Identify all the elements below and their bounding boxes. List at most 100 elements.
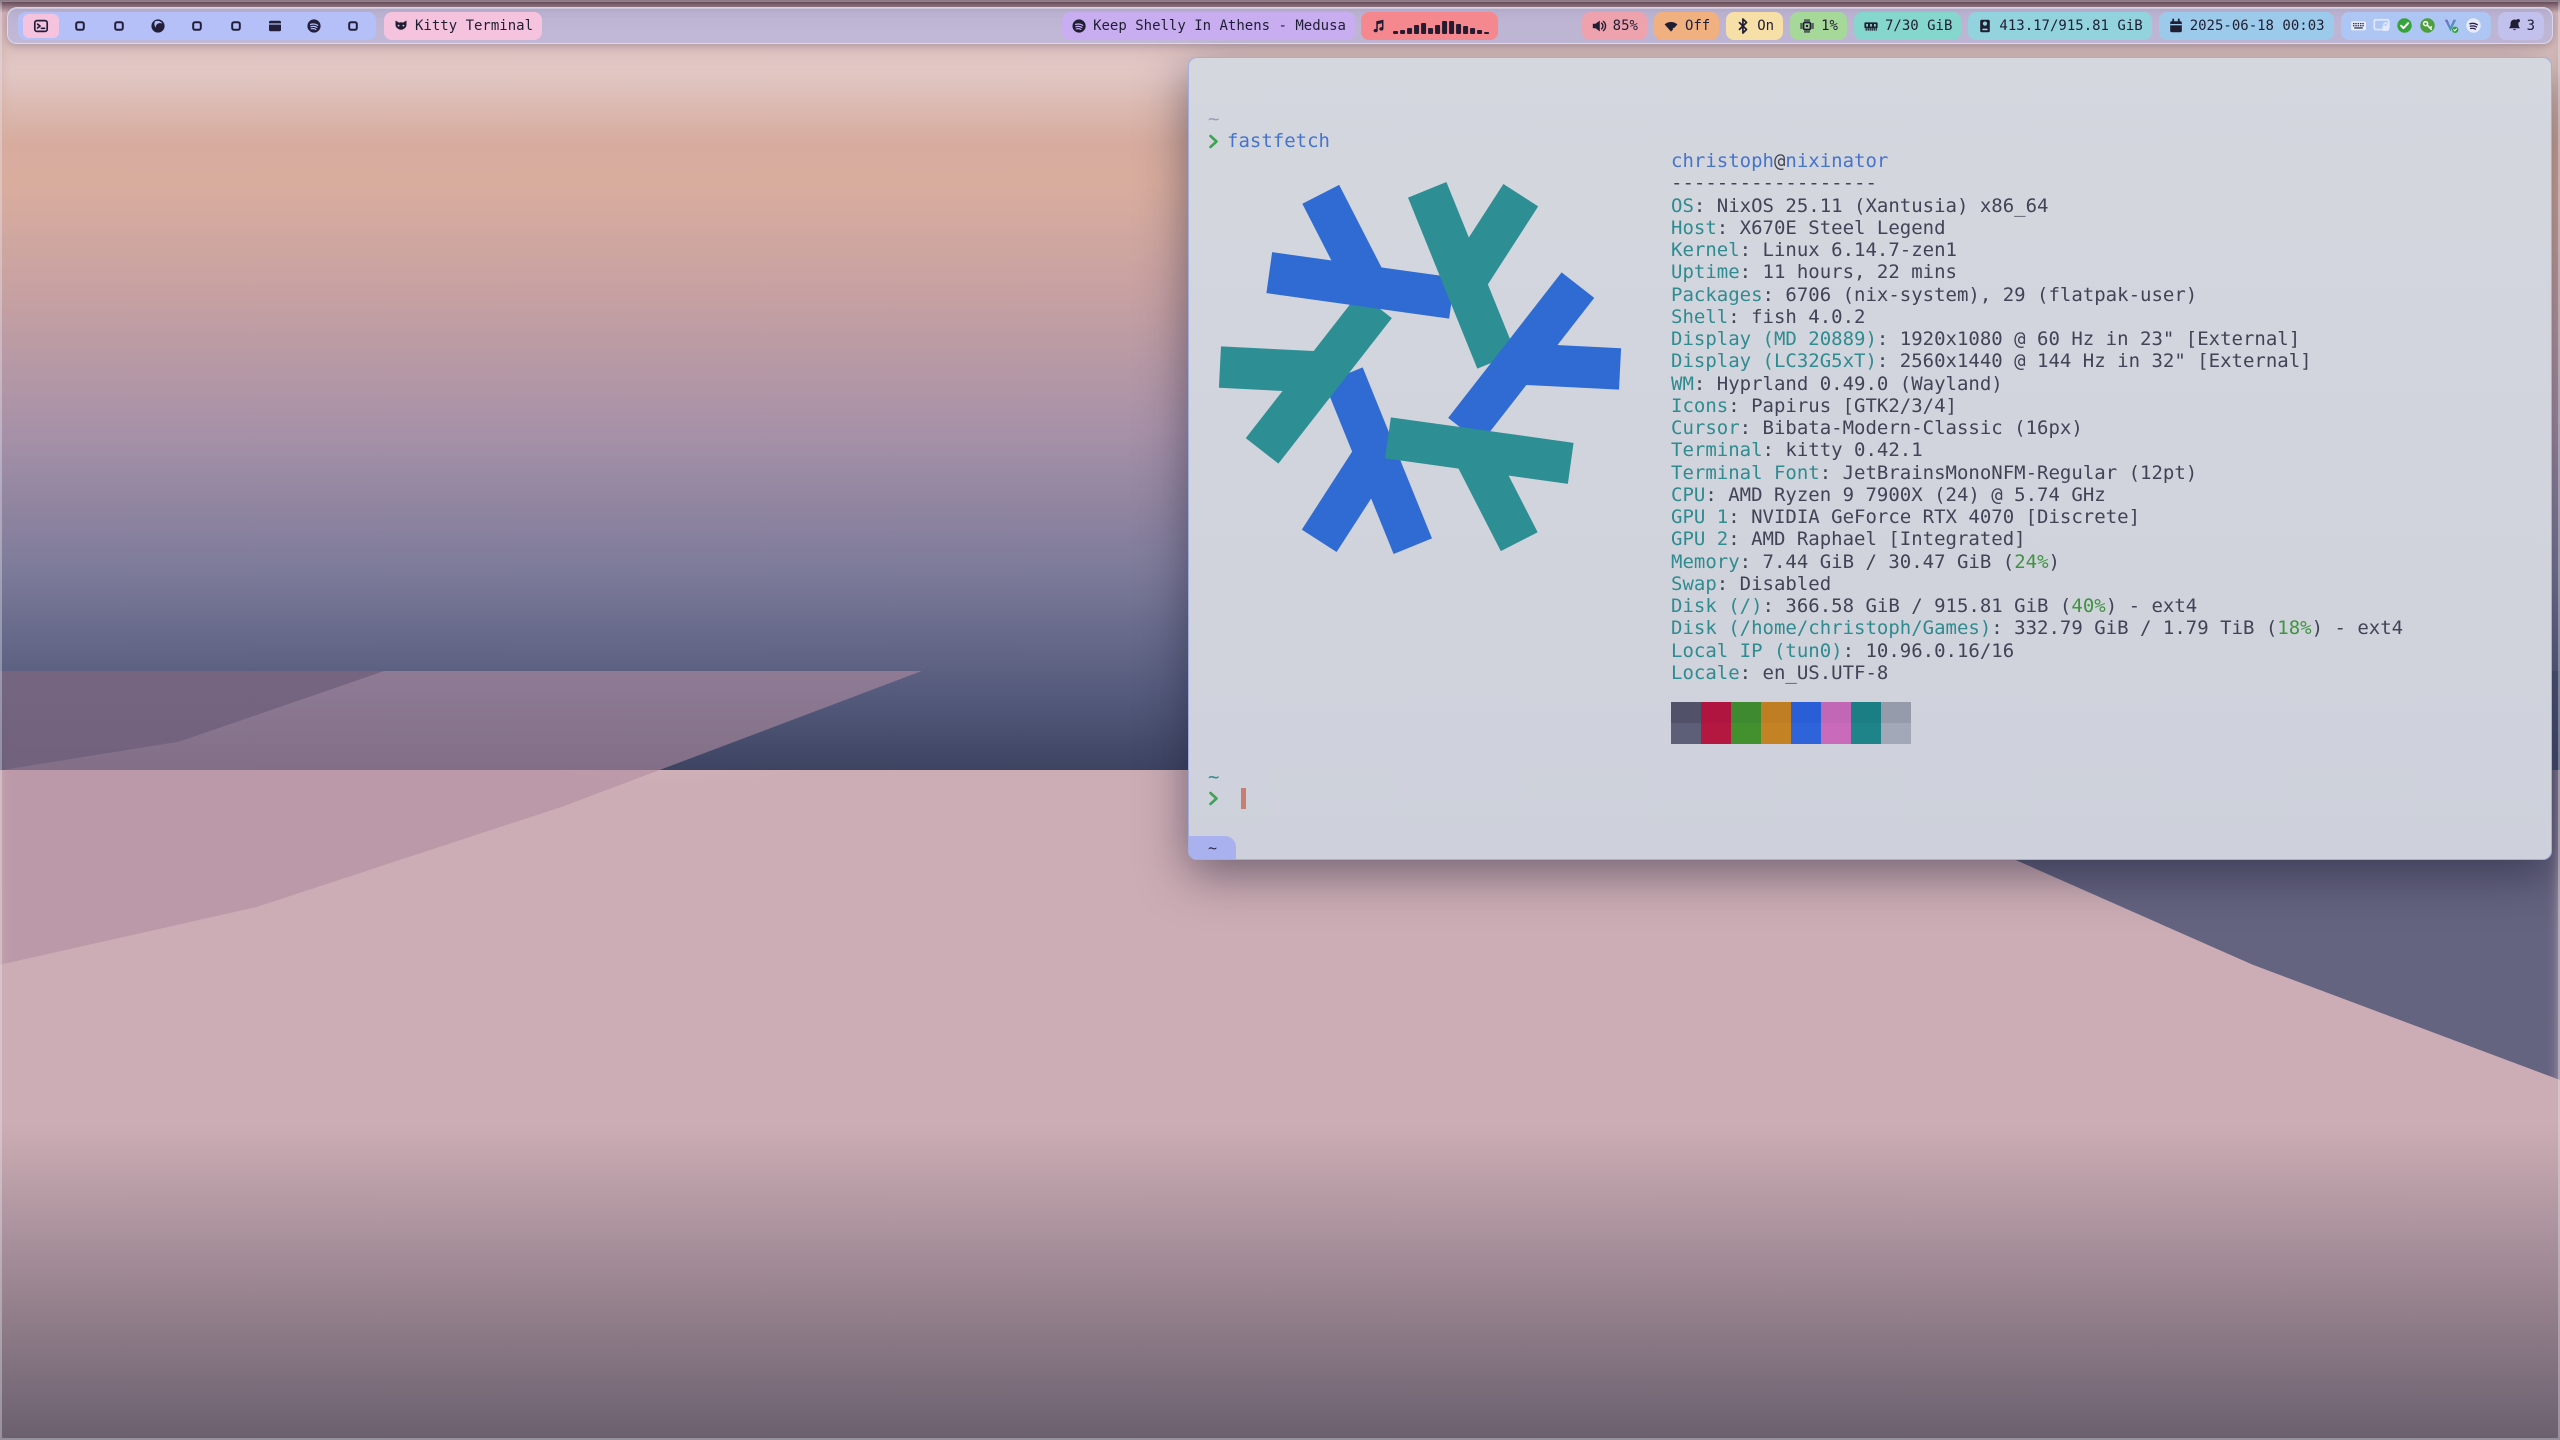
- ram-icon: [1863, 18, 1879, 34]
- hdd-icon: [1977, 18, 1993, 34]
- module-bluetooth[interactable]: On: [1726, 12, 1783, 40]
- keyboard-icon[interactable]: [2350, 17, 2367, 34]
- palette-swatch: [1671, 723, 1701, 744]
- notifications-pill[interactable]: 3: [2498, 12, 2544, 40]
- terminal-tab[interactable]: ~: [1189, 836, 1236, 859]
- palette-row: [1671, 723, 1911, 744]
- music-note-icon: [1370, 18, 1386, 34]
- module-volume-value: 85%: [1613, 18, 1638, 34]
- screen-lock-icon[interactable]: [2373, 17, 2390, 34]
- spotify-icon: [306, 18, 322, 34]
- calendar-icon: [2168, 18, 2184, 34]
- visualizer-bar: [1435, 25, 1440, 34]
- visualizer-bar: [1393, 31, 1398, 34]
- fetch-line: Locale: en_US.UTF-8: [1671, 662, 2403, 684]
- fetch-line: Display (LC32G5xT): 2560x1440 @ 144 Hz i…: [1671, 350, 2403, 372]
- workspace-1[interactable]: [23, 14, 59, 38]
- palette-swatch: [1761, 723, 1791, 744]
- fetch-line: Terminal Font: JetBrainsMonoNFM-Regular …: [1671, 462, 2403, 484]
- terminal-color-palette: [1671, 702, 1911, 744]
- module-disk[interactable]: 413.17/915.81 GiB: [1968, 12, 2151, 40]
- window-title-label: Kitty Terminal: [415, 18, 533, 34]
- module-clock-value: 2025-06-18 00:03: [2190, 18, 2325, 34]
- module-clock[interactable]: 2025-06-18 00:03: [2159, 12, 2334, 40]
- workspace-9[interactable]: [335, 14, 371, 38]
- workspace-3[interactable]: [101, 14, 137, 38]
- visualizer-bars: [1393, 18, 1489, 34]
- fetch-line: Disk (/home/christoph/Games): 332.79 GiB…: [1671, 617, 2403, 639]
- palette-swatch: [1821, 723, 1851, 744]
- status-modules: 85% Off On 1% 7/30 GiB 413.17/915.81 GiB 2025-…: [1582, 12, 2334, 40]
- palette-swatch: [1791, 702, 1821, 723]
- terminal-icon: [33, 18, 49, 34]
- fetch-line: ------------------: [1671, 172, 2403, 194]
- palette-swatch: [1881, 723, 1911, 744]
- system-tray: [2341, 12, 2491, 40]
- active-prompt[interactable]: [1208, 788, 1246, 809]
- kitty-terminal-window[interactable]: ~ fastfetch christoph@nixinator--------: [1188, 57, 2552, 860]
- palette-swatch: [1851, 702, 1881, 723]
- fetch-line: Terminal: kitty 0.42.1: [1671, 439, 2403, 461]
- fetch-line: Kernel: Linux 6.14.7-zen1: [1671, 239, 2403, 261]
- palette-swatch: [1821, 702, 1851, 723]
- cat-icon: [393, 18, 409, 34]
- module-memory[interactable]: 7/30 GiB: [1854, 12, 1961, 40]
- workspace-4[interactable]: [140, 14, 176, 38]
- chip-icon: [1799, 18, 1815, 34]
- palette-swatch: [1881, 702, 1911, 723]
- visualizer-bar: [1456, 24, 1461, 34]
- visualizer-bar: [1470, 28, 1475, 34]
- wifi-off-icon: [1663, 18, 1679, 34]
- workspace-8[interactable]: [296, 14, 332, 38]
- module-cpu-value: 1%: [1821, 18, 1838, 34]
- module-cpu[interactable]: 1%: [1790, 12, 1847, 40]
- module-volume[interactable]: 85%: [1582, 12, 1647, 40]
- visualizer-bar: [1484, 32, 1489, 34]
- module-disk-value: 413.17/915.81 GiB: [1999, 18, 2142, 34]
- key-icon[interactable]: [2419, 17, 2436, 34]
- palette-row: [1671, 702, 1911, 723]
- fetch-line: Uptime: 11 hours, 22 mins: [1671, 261, 2403, 283]
- media-player-pill[interactable]: Keep Shelly In Athens - Medusa: [1062, 12, 1355, 40]
- visualizer-bar: [1407, 28, 1412, 34]
- bell-icon: [2507, 18, 2522, 33]
- workspace-5[interactable]: [179, 14, 215, 38]
- workspaces: [18, 12, 376, 40]
- prompt-path: ~: [1208, 766, 1219, 788]
- fetch-line: Local IP (tun0): 10.96.0.16/16: [1671, 640, 2403, 662]
- visualizer-bar: [1400, 30, 1405, 34]
- module-bluetooth-value: On: [1757, 18, 1774, 34]
- fetch-line: Shell: fish 4.0.2: [1671, 306, 2403, 328]
- bar-center-group: Keep Shelly In Athens - Medusa: [1062, 8, 1498, 43]
- nixos-logo: [1204, 152, 1636, 584]
- command-text: fastfetch: [1227, 130, 1330, 152]
- fetch-line: christoph@nixinator: [1671, 150, 2403, 172]
- workspace-7[interactable]: [257, 14, 293, 38]
- palette-swatch: [1791, 723, 1821, 744]
- fetch-line: Display (MD 20889): 1920x1080 @ 60 Hz in…: [1671, 328, 2403, 350]
- prompt-path: ~: [1208, 108, 1219, 130]
- module-network[interactable]: Off: [1654, 12, 1719, 40]
- fetch-line: OS: NixOS 25.11 (Xantusia) x86_64: [1671, 195, 2403, 217]
- notification-count: 3: [2527, 18, 2535, 34]
- firefox-icon: [150, 18, 166, 34]
- palette-swatch: [1701, 702, 1731, 723]
- top-bar: Kitty Terminal Keep Shelly In Athens - M…: [7, 7, 2553, 44]
- media-track-label: Keep Shelly In Athens - Medusa: [1093, 18, 1346, 34]
- fetch-line: Swap: Disabled: [1671, 573, 2403, 595]
- fastfetch-output: christoph@nixinator------------------OS:…: [1671, 150, 2403, 684]
- speaker-icon: [1591, 18, 1607, 34]
- text-cursor: [1241, 788, 1246, 809]
- square-icon: [228, 18, 244, 34]
- window-title-pill[interactable]: Kitty Terminal: [384, 12, 542, 40]
- bar-right-group: 85% Off On 1% 7/30 GiB 413.17/915.81 GiB 2025-…: [1582, 8, 2544, 43]
- prompt-chevron-icon: [1208, 790, 1219, 807]
- visualizer-bar: [1449, 21, 1454, 34]
- workspace-6[interactable]: [218, 14, 254, 38]
- audio-visualizer-pill[interactable]: [1361, 12, 1498, 40]
- vpn-icon[interactable]: [2442, 17, 2459, 34]
- palette-swatch: [1731, 702, 1761, 723]
- spotify-light-icon[interactable]: [2465, 17, 2482, 34]
- check-circle-icon[interactable]: [2396, 17, 2413, 34]
- workspace-2[interactable]: [62, 14, 98, 38]
